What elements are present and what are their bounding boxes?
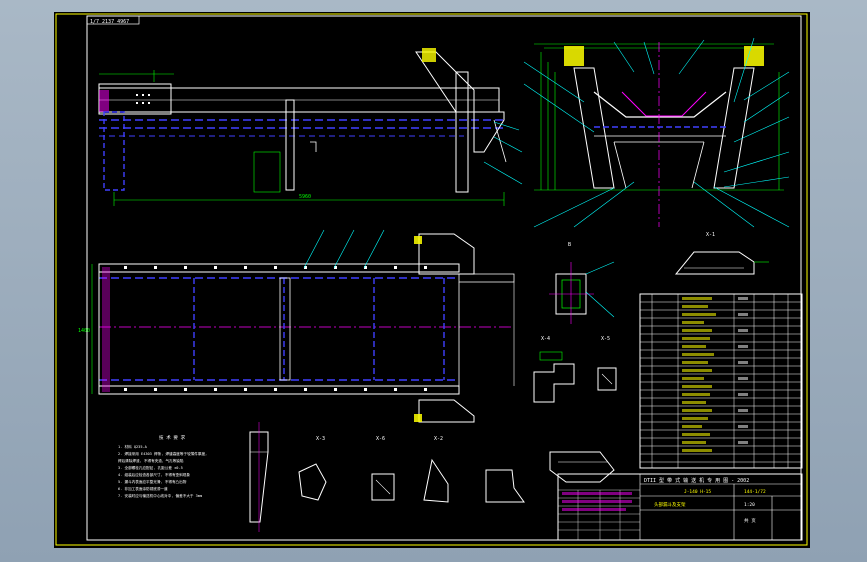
tech-note-line: 4. 组装后应检查各部尺寸, 不得有歪斜现象 <box>118 472 190 477</box>
tech-note-line: 3. 全部螺栓孔应配钻, 孔距公差 ±0.5 <box>118 465 183 470</box>
section-label-x1: X-1 <box>706 232 715 238</box>
chute-plate-detail <box>549 451 615 483</box>
end-elevation-view: X-1 <box>523 37 790 238</box>
side-elevation-view: 5960 <box>98 48 523 206</box>
section-label-x3: X-3 <box>316 436 325 442</box>
overall-dimension: 5960 <box>299 194 311 200</box>
section-x6b-detail <box>485 469 525 503</box>
technical-notes: 技 术 要 求 1. 材料 Q235-A 2. 焊接采用 E4303 焊条, 焊… <box>118 434 207 498</box>
scheme-title: DTII 型 带 式 输 送 机 专 用 图 - 2002 <box>644 477 749 484</box>
section-x3-detail: X-3 <box>298 436 327 501</box>
tech-note-line: 焊后清除焊渣, 不得有夹渣、气孔等缺陷 <box>118 458 184 463</box>
tech-note-line: 2. 焊接采用 E4303 焊条, 焊缝高度等于较薄件厚度, <box>118 451 207 456</box>
section-x4-detail: X-4 <box>533 336 575 403</box>
tech-note-line: 6. 非加工表面涂防锈底漆一道 <box>118 486 168 491</box>
section-label-x2: X-2 <box>434 436 443 442</box>
tech-note-line: 1. 材料 Q235-A <box>118 444 148 449</box>
title-block: DTII 型 带 式 输 送 机 专 用 图 - 2002 J-140 H-15… <box>557 473 803 541</box>
section-label-x5: X-5 <box>601 336 610 342</box>
assembly-name: 头部漏斗及支架 <box>654 501 686 508</box>
corner-code: 1/7 2137 4967 <box>90 19 129 25</box>
drawing-code: 144-1/72 <box>744 489 766 495</box>
sheet-count: 共 页 <box>744 517 756 524</box>
drawing-sheet: 1/7 2137 4967 5960 X-1 1400 B X-4 X-5 X-… <box>54 12 810 548</box>
section-x2b-detail: X-2 <box>423 436 449 503</box>
tech-notes-title: 技 术 要 求 <box>159 434 186 441</box>
plan-view: 1400 <box>78 229 515 423</box>
section-x6-detail: X-6 <box>371 436 395 501</box>
width-dimension: 1400 <box>78 328 90 334</box>
section-label-b: B <box>568 242 571 248</box>
section-label-x4: X-4 <box>541 336 550 342</box>
parts-list-table <box>639 293 803 469</box>
detail-b: B <box>549 242 615 324</box>
section-label-x6: X-6 <box>376 436 385 442</box>
cad-drawing: 1/7 2137 4967 5960 X-1 1400 B X-4 X-5 X-… <box>55 13 808 546</box>
drawing-scale: 1:20 <box>744 502 755 508</box>
section-x2-detail <box>249 422 269 532</box>
hopper-plate-detail <box>674 251 769 275</box>
drawing-number: J-140 H-15 <box>684 489 711 495</box>
section-x5-detail: X-5 <box>597 336 617 391</box>
tech-note-line: 7. 安装时应与输送机中心线对中, 偏差不大于 3mm <box>118 493 202 498</box>
tech-note-line: 5. 漏斗内表面应平整光滑, 不得有凸出物 <box>118 479 187 484</box>
